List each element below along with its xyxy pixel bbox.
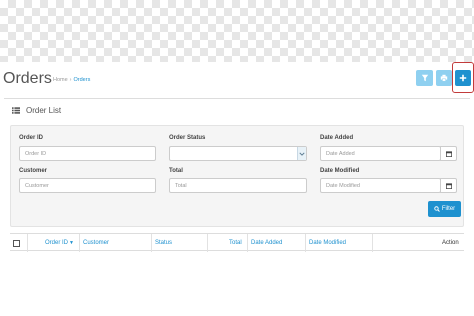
column-divider (79, 234, 80, 252)
page-title: Orders (3, 70, 52, 87)
calendar-icon (445, 150, 452, 157)
column-divider (151, 234, 152, 252)
order-list-panel: Order List Order ID Order ID Customer Cu… (4, 98, 470, 316)
search-icon (434, 206, 440, 212)
filter-button-label: Filter (441, 206, 456, 212)
filter-icon (421, 74, 428, 82)
chevron-down-icon (297, 147, 306, 160)
date-added-calendar-button[interactable] (440, 146, 457, 161)
order-status-select[interactable] (169, 146, 307, 161)
column-divider (305, 234, 306, 252)
calendar-icon (445, 182, 452, 189)
sort-desc-icon: ▼ (69, 240, 74, 246)
orders-page: Orders Home › Orders Order List Order ID O… (0, 62, 474, 316)
filter-form: Order ID Order ID Customer Customer Orde… (10, 125, 464, 227)
column-action: Action (442, 240, 459, 246)
page-header: Orders Home › Orders (0, 62, 474, 98)
order-id-label: Order ID (19, 135, 44, 141)
filter-button[interactable]: Filter (428, 201, 461, 217)
print-button[interactable] (436, 70, 452, 86)
total-label: Total (169, 168, 183, 174)
customer-input[interactable]: Customer (19, 178, 156, 193)
select-all-checkbox[interactable] (13, 234, 20, 252)
add-button-highlight (452, 62, 474, 93)
date-added-label: Date Added (320, 135, 354, 141)
date-added-input[interactable]: Date Added (320, 146, 441, 161)
date-modified-label: Date Modified (320, 168, 360, 174)
customer-label: Customer (19, 168, 48, 174)
filter-toggle-button[interactable] (416, 70, 433, 86)
print-icon (440, 74, 448, 82)
date-modified-calendar-button[interactable] (440, 178, 457, 193)
breadcrumb-home[interactable]: Home (53, 77, 68, 83)
column-date-added[interactable]: Date Added (251, 234, 282, 252)
breadcrumb: Home › Orders (53, 77, 90, 83)
column-date-modified[interactable]: Date Modified (309, 234, 346, 252)
column-divider (372, 234, 373, 252)
order-id-input[interactable]: Order ID (19, 146, 156, 161)
column-divider (247, 234, 248, 252)
breadcrumb-separator: › (69, 77, 72, 83)
column-status[interactable]: Status (155, 234, 172, 252)
panel-title: Order List (26, 105, 62, 115)
panel-heading: Order List (4, 99, 470, 121)
breadcrumb-current[interactable]: Orders (74, 77, 91, 83)
list-icon (12, 106, 20, 114)
orders-table-header: Order ID ▼ Customer Status Total Date Ad… (10, 233, 464, 252)
column-total[interactable]: Total (229, 234, 242, 252)
column-customer[interactable]: Customer (83, 234, 109, 252)
order-status-label: Order Status (169, 135, 206, 141)
column-divider (27, 234, 28, 252)
date-modified-input[interactable]: Date Modified (320, 178, 441, 193)
total-input[interactable]: Total (169, 178, 307, 193)
column-order-id[interactable]: Order ID (45, 234, 68, 252)
column-divider (207, 234, 208, 252)
